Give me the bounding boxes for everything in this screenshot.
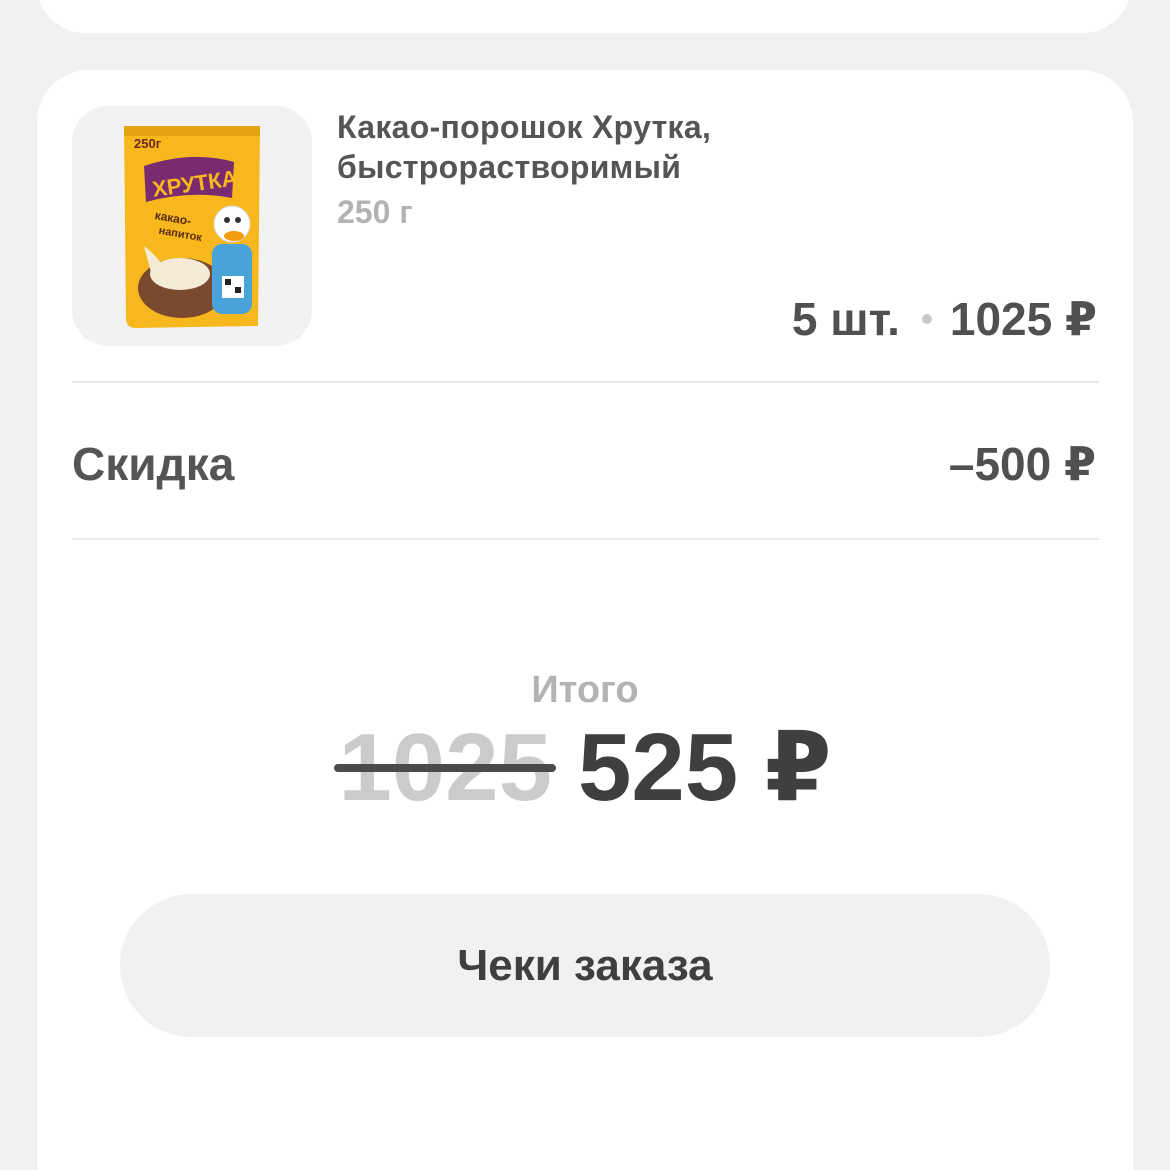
divider bbox=[72, 381, 1099, 383]
cocoa-package-icon: 250г ХРУТКА какао- напиток bbox=[124, 126, 260, 328]
new-total: 525 ₽ bbox=[577, 714, 832, 821]
divider bbox=[72, 538, 1099, 540]
total-label: Итого bbox=[531, 669, 639, 711]
order-receipts-button[interactable]: Чеки заказа bbox=[120, 894, 1050, 1037]
product-row[interactable]: 250г ХРУТКА какао- напиток Какао-порошок… bbox=[72, 106, 1099, 346]
product-image[interactable]: 250г ХРУТКА какао- напиток bbox=[72, 106, 312, 346]
total-amounts: 1025 525 ₽ bbox=[37, 718, 1133, 818]
separator-dot bbox=[921, 314, 932, 324]
product-price: 1025 ₽ bbox=[949, 293, 1097, 345]
product-quantity: 5 шт. bbox=[791, 293, 900, 345]
package-weight-text: 250г bbox=[134, 136, 162, 151]
old-total: 1025 bbox=[334, 718, 556, 818]
discount-label: Скидка bbox=[72, 438, 235, 490]
order-summary-card: 250г ХРУТКА какао- напиток Какао-порошок… bbox=[37, 70, 1133, 1170]
discount-value: –500 ₽ bbox=[948, 438, 1096, 490]
product-name: Какао-порошок Хрутка, быстрорастворимый bbox=[337, 109, 712, 185]
product-quantity-price: 5 шт. 1025 ₽ bbox=[792, 292, 1097, 346]
previous-card bbox=[37, 0, 1131, 33]
strikethrough-line bbox=[334, 764, 556, 772]
product-weight: 250 г bbox=[337, 194, 413, 230]
